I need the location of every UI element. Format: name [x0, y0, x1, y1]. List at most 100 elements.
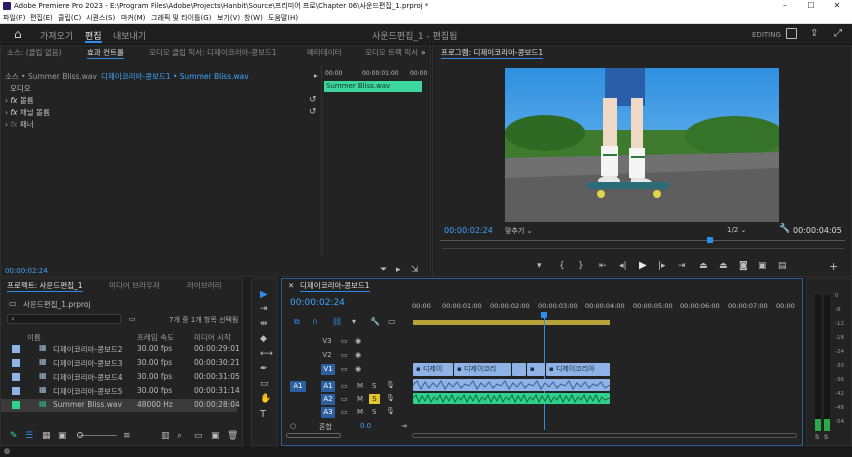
menu-edit[interactable]: 편집(E)	[30, 12, 53, 24]
sequence-clip-label[interactable]: 디제이코리아-콩보드1 • Summer Bliss.wav	[101, 71, 249, 82]
program-timecode[interactable]: 00:00:02:24	[444, 226, 493, 235]
mute-button[interactable]: M	[357, 395, 363, 403]
microphone-icon[interactable]: 🎙	[386, 394, 395, 402]
tab-sequence[interactable]: 디제이코리아-콩보드1	[300, 279, 370, 293]
go-to-out-icon[interactable]: ⇥	[678, 261, 686, 271]
track-label[interactable]: V3	[321, 337, 333, 347]
mix-value[interactable]: 0.0	[360, 422, 371, 430]
label-color-swatch[interactable]	[12, 359, 20, 367]
effect-panner[interactable]: › fx 패너	[5, 119, 34, 130]
menu-view[interactable]: 보기(V)	[217, 12, 240, 24]
comparison-view-icon[interactable]: ▣	[758, 261, 767, 271]
menu-help[interactable]: 도움말(H)	[268, 12, 298, 24]
sync-lock-icon[interactable]: ▭	[341, 408, 348, 416]
trash-icon[interactable]: 🗑	[227, 431, 238, 441]
ripple-edit-tool-icon[interactable]: ⇹	[260, 319, 268, 329]
video-clip[interactable]: ▪	[527, 363, 545, 376]
workspace-edit[interactable]: 편집	[85, 29, 102, 43]
audio-clip-a1[interactable]	[412, 379, 611, 391]
mute-button[interactable]: M	[357, 408, 363, 416]
pencil-icon[interactable]: ✎	[10, 431, 18, 441]
tab-effect-controls[interactable]: 효과 컨트롤	[87, 46, 124, 60]
label-color-swatch[interactable]	[12, 387, 20, 395]
workspace-export[interactable]: 내보내기	[113, 29, 146, 42]
source-patch-a1[interactable]: A1	[290, 381, 306, 392]
go-to-end-icon[interactable]: ⇥	[401, 422, 407, 430]
eye-icon[interactable]: ◉	[355, 337, 361, 345]
wrench-icon[interactable]: 🔧	[779, 224, 790, 234]
automate-icon[interactable]: ▥	[161, 431, 170, 441]
tab-program[interactable]: 프로그램: 디제이코리아-콩보드1	[441, 46, 544, 60]
home-icon[interactable]: ⌂	[14, 27, 22, 41]
fx-icon[interactable]: fx	[10, 96, 17, 105]
fx-icon[interactable]: fx	[10, 120, 17, 129]
camera-icon[interactable]: ◙	[739, 261, 748, 271]
lift-icon[interactable]: ⏏	[699, 261, 708, 271]
close-button[interactable]: ✕	[824, 0, 850, 12]
panel-more-icon[interactable]: »	[421, 46, 426, 60]
extract-icon[interactable]: ⏏	[719, 261, 728, 271]
project-item-row[interactable]: ▦ 디제이코리아-콩보드5 30.00 fps 00:00:31:14	[1, 385, 240, 398]
zoom-slider-handle[interactable]	[77, 432, 83, 438]
microphone-icon[interactable]: 🎙	[386, 407, 395, 415]
selection-tool-icon[interactable]: ▶	[260, 289, 268, 300]
razor-tool-icon[interactable]: ◆	[260, 334, 267, 344]
add-button-icon[interactable]: +	[829, 260, 838, 273]
column-media-start[interactable]: 미디어 시작	[194, 332, 231, 343]
filter-icon[interactable]: ⏷	[380, 265, 387, 275]
resolution-dropdown[interactable]: 1/2 ⌄	[727, 226, 746, 234]
timeline-horizontal-scrollbar[interactable]	[412, 433, 797, 438]
track-label[interactable]: A3	[321, 407, 335, 418]
proxy-toggle-icon[interactable]: ▤	[778, 261, 787, 271]
timeline-ruler[interactable]: 00:00 00:00:01:00 00:00:02:00 00:00:03:0…	[412, 300, 797, 314]
menu-clip[interactable]: 클립(C)	[58, 12, 81, 24]
freeform-view-icon[interactable]: ▣	[58, 431, 67, 441]
video-clip[interactable]: ▪ 디제이코리	[454, 363, 511, 376]
fit-dropdown[interactable]: 맞추기 ⌄	[505, 226, 532, 236]
source-clip-label[interactable]: 소스 • Summer Bliss.wav	[5, 71, 97, 82]
new-item-icon[interactable]: ▣	[211, 431, 220, 441]
solo-button[interactable]: S	[372, 408, 376, 416]
tab-audio-track-mixer[interactable]: 오디오 트랙 믹서	[365, 46, 418, 60]
column-frame-rate[interactable]: 프레임 속도	[137, 332, 174, 343]
expand-icon[interactable]: ›	[5, 96, 8, 105]
solo-right-button[interactable]: S	[824, 433, 828, 441]
video-clip[interactable]: ▪ 디제이코리아	[546, 363, 610, 376]
project-search-input[interactable]: ⌕	[7, 314, 121, 324]
editing-mode-label[interactable]: EDITING	[752, 31, 781, 39]
video-clip[interactable]	[512, 363, 526, 376]
tab-metadata[interactable]: 메타데이터	[307, 46, 342, 60]
slip-tool-icon[interactable]: ⟷	[260, 349, 273, 359]
eye-icon[interactable]: ◉	[355, 351, 361, 359]
pen-tool-icon[interactable]: ✒	[260, 364, 268, 374]
tab-audio-clip-mixer[interactable]: 오디오 클립 믹서: 디제이코리아-콩보드1	[149, 46, 277, 60]
effect-volume[interactable]: › fx 볼륨	[5, 95, 34, 106]
timeline-timecode[interactable]: 00:00:02:24	[290, 298, 345, 308]
video-clip[interactable]: ▪ 디제이	[413, 363, 453, 376]
reset-icon[interactable]: ↺	[309, 107, 317, 117]
solo-button[interactable]: S	[372, 382, 376, 390]
tab-libraries[interactable]: 라이브러리	[187, 279, 222, 293]
step-forward-icon[interactable]: |▸	[658, 261, 666, 271]
menu-graphics[interactable]: 그래픽 및 타이틀(G)	[151, 12, 211, 24]
sync-lock-icon[interactable]: ▭	[341, 351, 348, 359]
share-icon[interactable]: ⇪	[810, 28, 818, 39]
tab-source[interactable]: 소스: (클립 없음)	[7, 46, 62, 60]
microphone-icon[interactable]: 🎙	[386, 381, 395, 389]
mark-in-icon[interactable]: {	[559, 261, 565, 271]
program-scrubber[interactable]	[440, 240, 845, 241]
hand-tool-icon[interactable]: ✋	[260, 394, 271, 404]
fx-icon[interactable]: fx	[10, 108, 17, 117]
project-item-row[interactable]: ▦ 디제이코리아-콩보드2 30.00 fps 00:00:29:01	[1, 343, 240, 356]
sync-lock-icon[interactable]: ▭	[341, 365, 348, 373]
project-item-row[interactable]: ▦ 디제이코리아-콩보드3 30.00 fps 00:00:30:21	[1, 357, 240, 370]
rectangle-tool-icon[interactable]: ▭	[260, 379, 269, 389]
workspace-import[interactable]: 가져오기	[40, 29, 73, 42]
play-audio-icon[interactable]: ▸	[396, 265, 401, 275]
label-color-swatch[interactable]	[12, 373, 20, 381]
work-area-bar[interactable]	[413, 320, 610, 325]
effect-channel-volume[interactable]: › fx 채널 볼륨	[5, 107, 50, 118]
menu-sequence[interactable]: 시퀀스(S)	[86, 12, 115, 24]
new-bin-icon[interactable]: ▭	[129, 315, 136, 323]
menu-marker[interactable]: 마커(M)	[121, 12, 145, 24]
